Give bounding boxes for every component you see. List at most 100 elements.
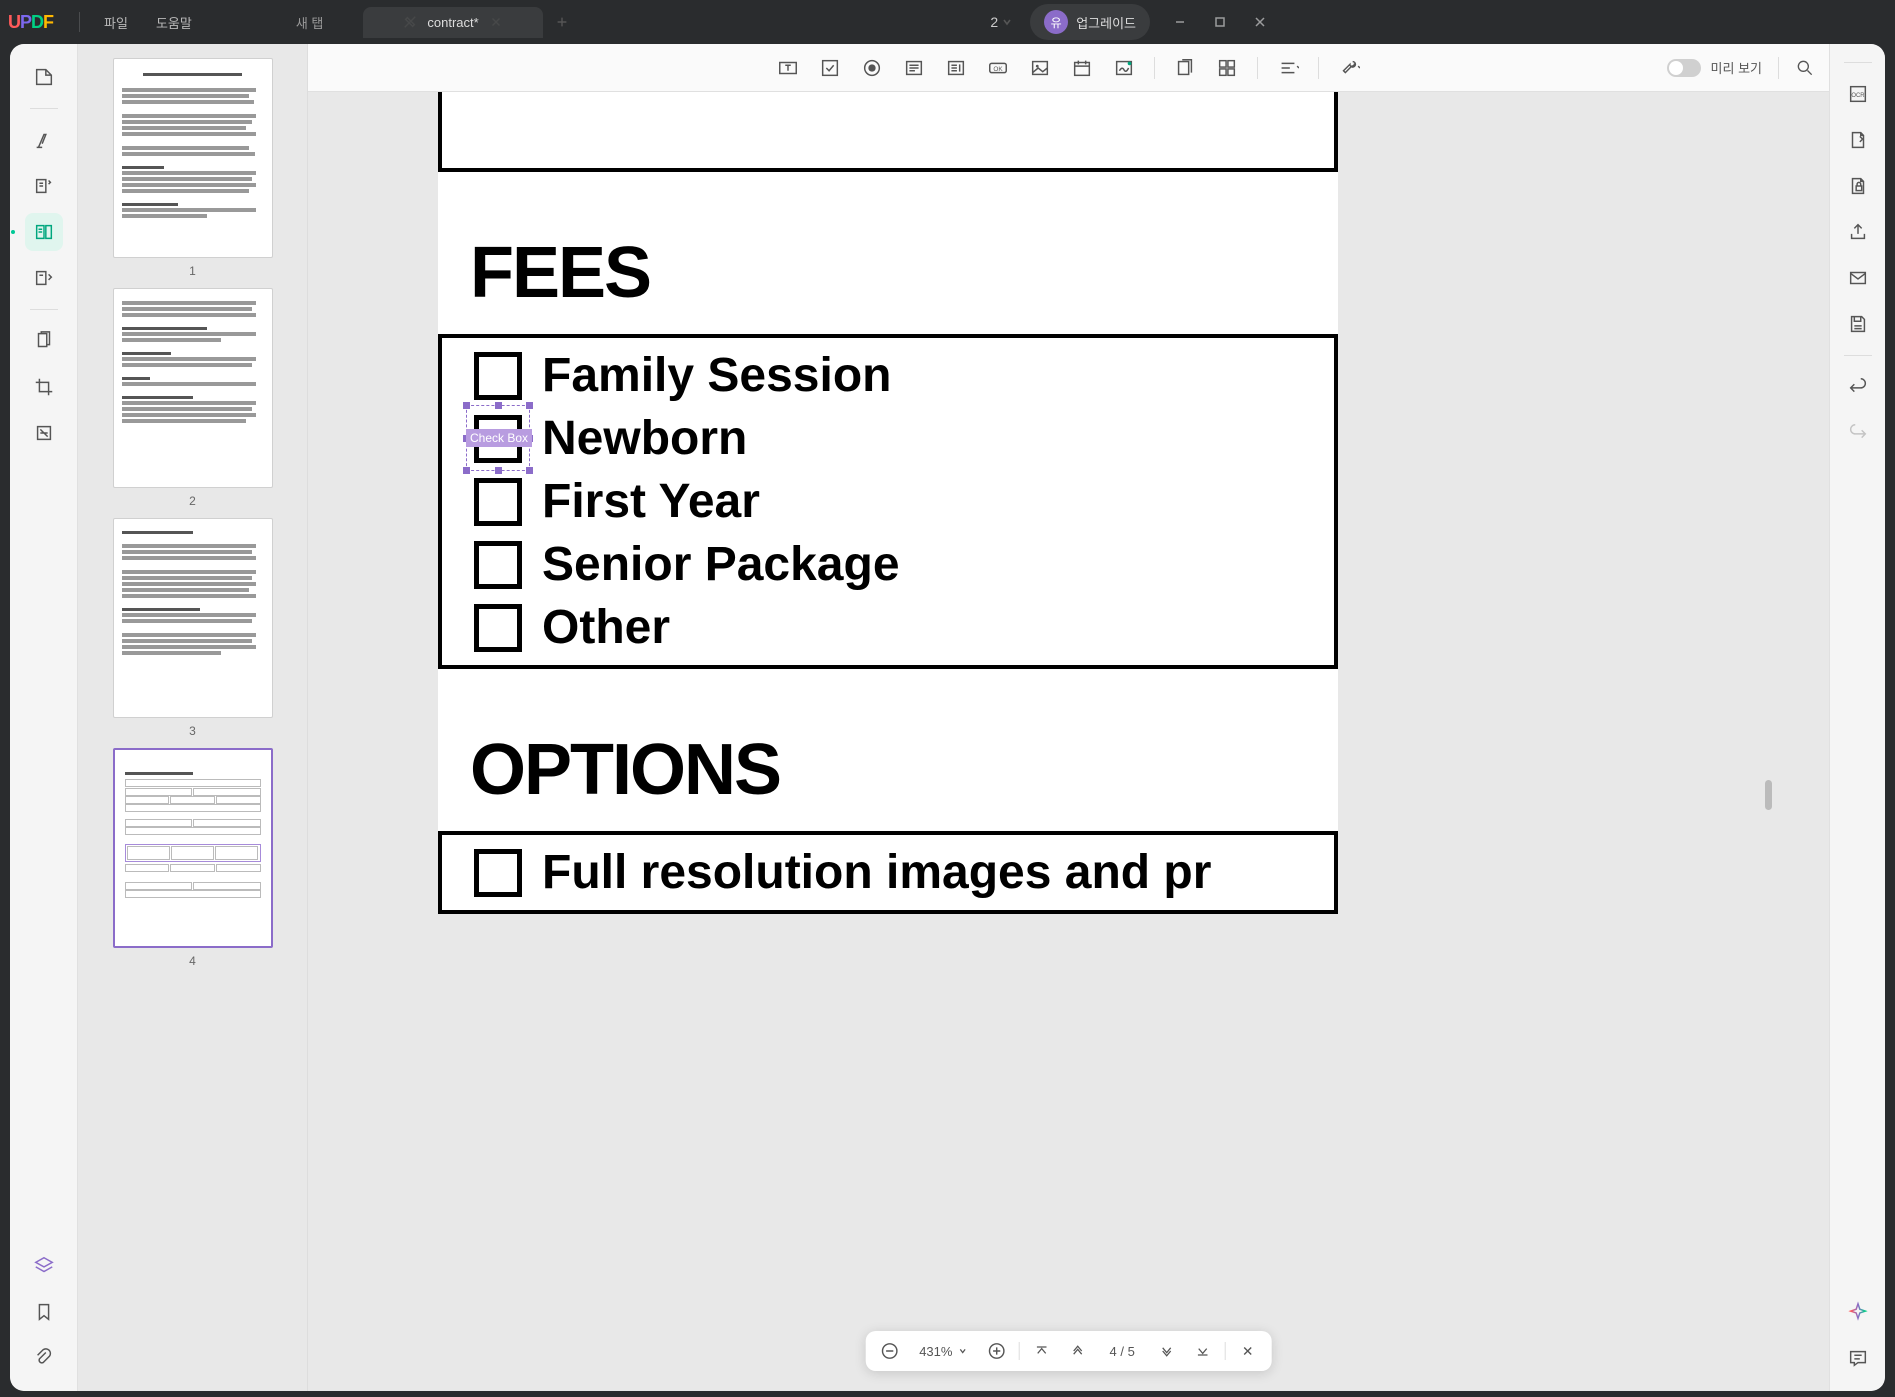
window-controls: 2 유 업그레이드	[982, 4, 1280, 40]
checkbox-family[interactable]	[474, 352, 522, 400]
checkbox-fullres[interactable]	[474, 849, 522, 897]
fee-label: Family Session	[542, 348, 891, 403]
zoom-out-button[interactable]	[875, 1337, 903, 1365]
redo-button[interactable]	[1839, 414, 1877, 452]
next-page-button[interactable]	[1153, 1337, 1181, 1365]
search-button[interactable]	[1795, 58, 1815, 78]
dropdown-tool[interactable]	[896, 50, 932, 86]
thumb-label: 3	[113, 724, 273, 738]
fee-row: Other	[442, 596, 1334, 659]
document-page: FEES Family Session Check Box	[438, 92, 1338, 914]
edit-tool[interactable]	[25, 167, 63, 205]
save-button[interactable]	[1839, 305, 1877, 343]
attachment-button[interactable]	[25, 1339, 63, 1377]
pages-tool[interactable]	[25, 322, 63, 360]
redact-tool[interactable]	[25, 414, 63, 452]
image-tool[interactable]	[1022, 50, 1058, 86]
fee-label: Newborn	[542, 411, 747, 466]
tab-bar: 새 탭 contract*	[256, 5, 983, 40]
menu-help[interactable]: 도움말	[142, 13, 206, 32]
thumbnail-panel[interactable]: 1 2	[78, 44, 308, 1391]
checkbox-other[interactable]	[474, 604, 522, 652]
close-zoombar-button[interactable]	[1234, 1337, 1262, 1365]
checkbox-firstyear[interactable]	[474, 478, 522, 526]
signature-tool[interactable]	[1106, 50, 1142, 86]
radio-tool[interactable]	[854, 50, 890, 86]
app-logo: UPDF	[8, 12, 53, 33]
heading-options: OPTIONS	[470, 729, 1338, 811]
reader-tool[interactable]	[25, 58, 63, 96]
convert-button[interactable]	[1839, 121, 1877, 159]
fee-row: Check Box Newborn	[442, 407, 1334, 470]
thumb-label: 1	[113, 264, 273, 278]
fee-label: First Year	[542, 474, 760, 529]
share-button[interactable]	[1839, 213, 1877, 251]
separator	[1778, 57, 1779, 79]
ocr-button[interactable]: OCR	[1839, 75, 1877, 113]
page-display[interactable]: 4 / 5	[1099, 1344, 1144, 1359]
close-icon[interactable]	[489, 15, 503, 29]
preview-toggle[interactable]	[1667, 59, 1701, 77]
options-box: Full resolution images and pr	[438, 831, 1338, 914]
checkbox-senior[interactable]	[474, 541, 522, 589]
date-tool[interactable]	[1064, 50, 1100, 86]
option-label: Full resolution images and pr	[542, 845, 1211, 900]
comment-tool[interactable]	[25, 121, 63, 159]
prev-page-button[interactable]	[1063, 1337, 1091, 1365]
new-tab-button[interactable]	[543, 15, 581, 29]
page-viewport[interactable]: FEES Family Session Check Box	[308, 92, 1829, 1391]
organize-tool[interactable]	[25, 259, 63, 297]
canvas: OK 미리 보기 FEES	[308, 44, 1829, 1391]
copy-fields-tool[interactable]	[1167, 50, 1203, 86]
bookmark-button[interactable]	[25, 1293, 63, 1331]
thumbnail-2[interactable]: 2	[113, 288, 273, 508]
ai-button[interactable]	[1839, 1293, 1877, 1331]
separator	[30, 309, 58, 310]
text-field-tool[interactable]	[770, 50, 806, 86]
checkbox-tool[interactable]	[812, 50, 848, 86]
menu-file[interactable]: 파일	[90, 13, 142, 32]
close-button[interactable]	[1240, 7, 1280, 37]
undo-button[interactable]	[1839, 368, 1877, 406]
maximize-button[interactable]	[1200, 7, 1240, 37]
form-toolbar: OK 미리 보기	[308, 44, 1829, 92]
user-badge: 유	[1044, 10, 1068, 34]
tab-new[interactable]: 새 탭	[256, 5, 364, 40]
last-page-button[interactable]	[1189, 1337, 1217, 1365]
align-tool[interactable]	[1270, 50, 1306, 86]
left-tool-rail	[10, 44, 78, 1391]
fee-label: Senior Package	[542, 537, 900, 592]
tools-menu[interactable]	[1331, 50, 1367, 86]
scrollbar[interactable]	[1763, 140, 1773, 1391]
zoom-in-button[interactable]	[982, 1337, 1010, 1365]
divider	[79, 12, 80, 32]
option-row: Full resolution images and pr	[442, 841, 1334, 904]
svg-text:OK: OK	[993, 65, 1003, 72]
chat-button[interactable]	[1839, 1339, 1877, 1377]
chevron-down-icon	[958, 1347, 966, 1355]
form-tool[interactable]	[25, 213, 63, 251]
crop-tool[interactable]	[25, 368, 63, 406]
svg-text:OCR: OCR	[1851, 93, 1865, 99]
button-tool[interactable]: OK	[980, 50, 1016, 86]
thumbnail-4[interactable]: 4	[113, 748, 273, 968]
scrollbar-thumb[interactable]	[1765, 780, 1772, 810]
first-page-button[interactable]	[1027, 1337, 1055, 1365]
titlebar: UPDF 파일 도움말 새 탭 contract* 2 유 업그레이드	[0, 0, 1288, 44]
tab-contract[interactable]: contract*	[363, 7, 542, 38]
thumbnail-1[interactable]: 1	[113, 58, 273, 278]
list-tool[interactable]	[938, 50, 974, 86]
layers-button[interactable]	[25, 1247, 63, 1285]
zoom-value[interactable]: 431%	[911, 1344, 974, 1359]
protect-button[interactable]	[1839, 167, 1877, 205]
thumbnail-3[interactable]: 3	[113, 518, 273, 738]
page-indicator[interactable]: 2	[982, 14, 1020, 30]
fee-row: Family Session	[442, 344, 1334, 407]
email-button[interactable]	[1839, 259, 1877, 297]
right-tool-rail: OCR	[1829, 44, 1885, 1391]
grid-tool[interactable]	[1209, 50, 1245, 86]
separator	[1844, 62, 1872, 63]
upgrade-button[interactable]: 유 업그레이드	[1030, 4, 1150, 40]
separator	[1844, 355, 1872, 356]
minimize-button[interactable]	[1160, 7, 1200, 37]
